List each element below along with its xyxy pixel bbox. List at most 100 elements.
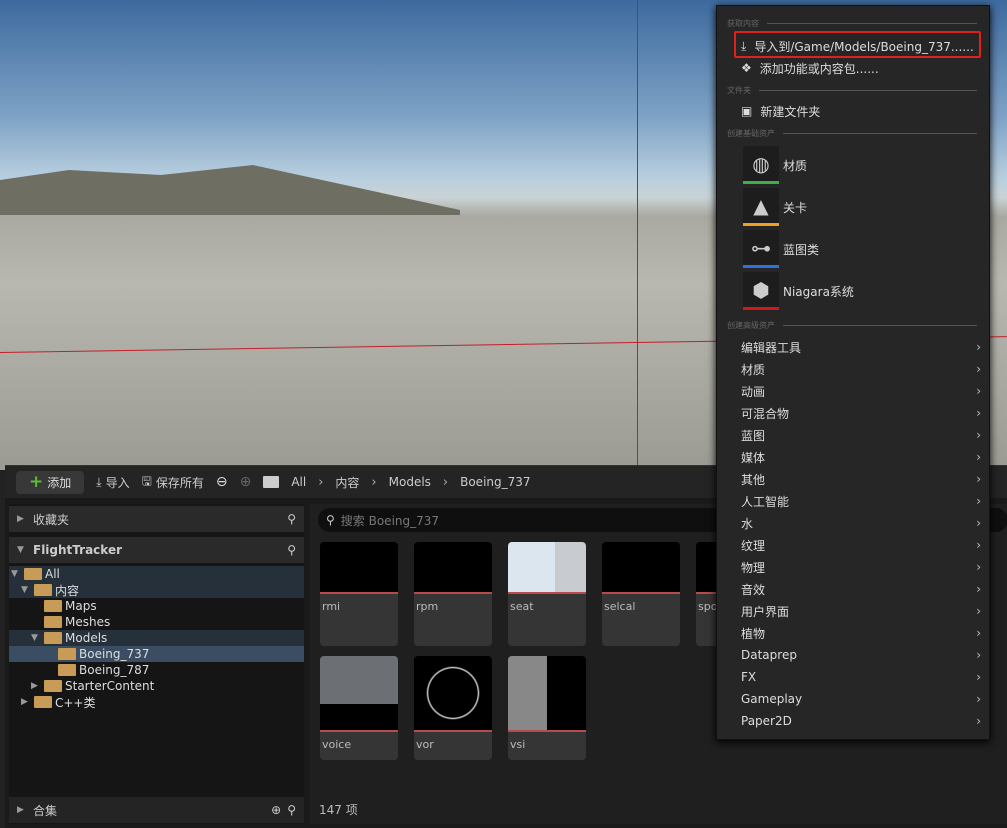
asset-tile[interactable]: vor (414, 656, 492, 760)
tree-item-models[interactable]: ▼ Models (9, 630, 304, 646)
chevron-right-icon: › (976, 560, 981, 574)
submenu-item[interactable]: 人工智能 › (741, 490, 981, 512)
expand-icon: ▶ (21, 697, 28, 707)
asset-tile[interactable]: vsi (508, 656, 586, 760)
section-folder: 文件夹 (727, 85, 977, 96)
menu-label: 材质 (783, 158, 808, 173)
tree-item-all[interactable]: ▼ All (9, 566, 304, 582)
forward-icon[interactable]: ⊕ (240, 474, 252, 490)
collapse-icon: ▼ (17, 545, 24, 555)
folder-icon (58, 648, 76, 660)
menu-blueprint-class[interactable]: ⊶ 蓝图类 (743, 230, 819, 268)
submenu-item[interactable]: FX › (741, 666, 981, 688)
search-icon[interactable]: ⚲ (287, 543, 296, 557)
asset-tile[interactable]: seat (508, 542, 586, 646)
submenu-item[interactable]: 用户界面 › (741, 600, 981, 622)
save-all-button[interactable]: 🖫 保存所有 (142, 472, 204, 493)
tree-item-meshes[interactable]: Meshes (9, 614, 304, 630)
collapse-icon: ▼ (21, 585, 28, 595)
menu-label: Dataprep (741, 648, 797, 662)
menu-add-feature[interactable]: ❖ 添加功能或内容包...... (741, 57, 979, 79)
breadcrumb-boeing737[interactable]: Boeing_737 (460, 475, 530, 489)
tree-item-maps[interactable]: Maps (9, 598, 304, 614)
menu-level[interactable]: ▲ 关卡 (743, 188, 807, 226)
submenu-item[interactable]: 植物 › (741, 622, 981, 644)
submenu-item[interactable]: 蓝图 › (741, 424, 981, 446)
tree-item-boeing787[interactable]: Boeing_787 (9, 662, 304, 678)
collections-header[interactable]: ▶ 合集 ⊕ ⚲ (9, 797, 304, 823)
tree-label: C++类 (55, 695, 96, 710)
tree-label: Boeing_787 (79, 663, 150, 677)
submenu-item[interactable]: 物理 › (741, 556, 981, 578)
menu-new-folder[interactable]: ▣ 新建文件夹 (741, 100, 979, 122)
submenu-item[interactable]: 可混合物 › (741, 402, 981, 424)
submenu-item[interactable]: Gameplay › (741, 688, 981, 710)
submenu-item[interactable]: 水 › (741, 512, 981, 534)
collapse-icon: ▼ (31, 633, 38, 643)
collapse-icon: ▼ (11, 569, 18, 579)
asset-thumbnail (320, 656, 398, 732)
menu-label: 水 (741, 516, 754, 531)
asset-tile[interactable]: rmi (320, 542, 398, 646)
breadcrumb-all[interactable]: All (291, 475, 306, 489)
chevron-right-icon: › (976, 472, 981, 486)
submenu-item[interactable]: Paper2D › (741, 710, 981, 732)
asset-label: selcal (604, 600, 636, 613)
chevron-right-icon: › (976, 626, 981, 640)
folder-icon (263, 476, 280, 488)
submenu-item[interactable]: Dataprep › (741, 644, 981, 666)
submenu-item[interactable]: 音效 › (741, 578, 981, 600)
tree-item-content[interactable]: ▼ 内容 (9, 582, 304, 598)
submenu-item[interactable]: 其他 › (741, 468, 981, 490)
expand-icon: ▶ (17, 805, 24, 815)
folder-open-icon (44, 632, 62, 644)
new-folder-icon: ▣ (741, 104, 753, 118)
search-icon[interactable]: ⚲ (287, 803, 296, 817)
asset-label: rpm (416, 600, 439, 613)
folder-icon (44, 600, 62, 612)
submenu-item[interactable]: 媒体 › (741, 446, 981, 468)
chevron-right-icon: › (318, 474, 324, 490)
menu-material[interactable]: ◍ 材质 (743, 146, 807, 184)
chevron-right-icon: › (976, 406, 981, 420)
breadcrumb-models[interactable]: Models (389, 475, 431, 489)
menu-label: 人工智能 (741, 494, 790, 509)
add-collection-icon[interactable]: ⊕ (271, 803, 281, 817)
menu-import[interactable]: ⤓ 导入到/Game/Models/Boeing_737...... (741, 35, 979, 57)
chevron-right-icon: › (976, 428, 981, 442)
chevron-right-icon: › (976, 362, 981, 376)
expand-icon: ▶ (17, 514, 24, 524)
asset-tile[interactable]: selcal (602, 542, 680, 646)
search-icon[interactable]: ⚲ (287, 512, 296, 526)
add-context-menu: 获取内容 ⤓ 导入到/Game/Models/Boeing_737...... ❖… (716, 5, 990, 740)
asset-tile[interactable]: voice (320, 656, 398, 760)
menu-niagara-system[interactable]: ⬢ Niagara系统 (743, 272, 854, 310)
import-icon: ⤓ (96, 474, 102, 489)
folder-open-icon (34, 584, 52, 596)
asset-label: vor (416, 738, 434, 751)
asset-tile[interactable]: rpm (414, 542, 492, 646)
tree-item-cpp-classes[interactable]: ▶ C++类 (9, 694, 304, 710)
menu-label: 物理 (741, 560, 766, 575)
submenu-item[interactable]: 编辑器工具 › (741, 336, 981, 358)
menu-label: 动画 (741, 384, 766, 399)
submenu-item[interactable]: 纹理 › (741, 534, 981, 556)
breadcrumb-content[interactable]: 内容 (335, 474, 359, 491)
menu-label: Gameplay (741, 692, 803, 706)
import-button[interactable]: ⤓ 导入 (96, 474, 129, 491)
favorites-header[interactable]: ▶ 收藏夹 ⚲ (9, 506, 304, 532)
project-header[interactable]: ▼ FlightTracker ⚲ (9, 537, 304, 563)
chevron-right-icon: › (371, 474, 377, 490)
menu-label: 蓝图 (741, 428, 766, 443)
tree-item-boeing737[interactable]: Boeing_737 (9, 646, 304, 662)
submenu-item[interactable]: 动画 › (741, 380, 981, 402)
menu-label: 新建文件夹 (760, 104, 821, 119)
menu-label: Paper2D (741, 714, 792, 728)
add-button[interactable]: + 添加 (16, 470, 85, 494)
asset-thumbnail (508, 656, 586, 732)
back-icon[interactable]: ⊖ (216, 474, 228, 490)
tree-item-startercontent[interactable]: ▶ StarterContent (9, 678, 304, 694)
favorites-label: 收藏夹 (33, 512, 70, 527)
submenu-item[interactable]: 材质 › (741, 358, 981, 380)
folder-icon (44, 616, 62, 628)
